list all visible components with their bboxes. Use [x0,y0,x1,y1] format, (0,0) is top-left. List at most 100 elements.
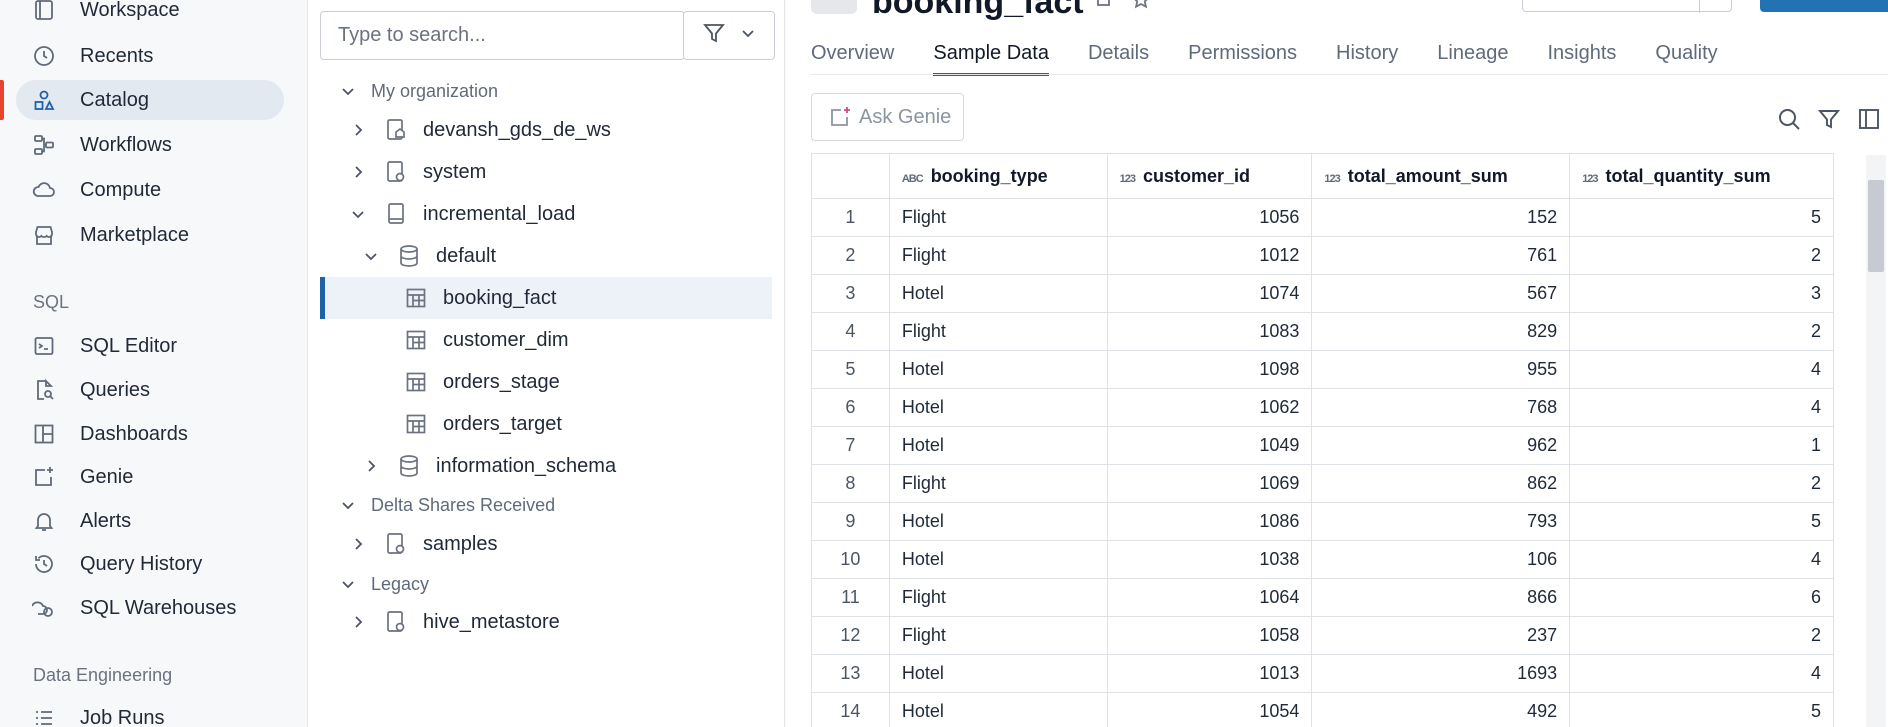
total-quantity-sum-cell: 4 [1569,350,1834,389]
integer-type-icon: 123 [1119,172,1136,185]
nav-sql-warehouses[interactable]: SQL Warehouses [16,588,284,628]
tab-details[interactable]: Details [1088,36,1149,76]
nav-compute-label: Compute [80,178,162,201]
tree-node-label: information_schema [436,454,617,477]
total-quantity-sum-cell: 2 [1569,616,1834,655]
tree-node-devansh-gds-de-ws[interactable]: devansh_gds_de_ws [320,109,772,151]
customer-id-cell: 1069 [1106,464,1313,503]
tab-insights[interactable]: Insights [1547,36,1616,76]
column-header-total-amount-sum[interactable]: 123 total_amount_sum [1311,153,1571,199]
workflows-icon [30,131,58,159]
nav-recents-label: Recents [80,44,154,67]
tab-history[interactable]: History [1336,36,1398,76]
table-row[interactable]: 13 Hotel 1013 1693 4 [811,654,1834,693]
tree-group-label: Legacy [371,573,430,594]
tree-node-label: booking_fact [443,286,557,309]
table-icon [403,285,429,311]
table-row[interactable]: 8 Flight 1069 862 2 [811,464,1834,503]
tab-quality[interactable]: Quality [1655,36,1717,76]
tab-lineage[interactable]: Lineage [1437,36,1508,76]
booking-type-cell: Flight [888,198,1108,237]
tree-node-information-schema[interactable]: information_schema [320,445,772,487]
genie-icon [829,106,853,128]
table-row[interactable]: 4 Flight 1083 829 2 [811,312,1834,351]
table-row[interactable]: 9 Hotel 1086 793 5 [811,502,1834,541]
tree-node-default[interactable]: default [320,235,772,277]
tree-node-incremental-load[interactable]: incremental_load [320,193,772,235]
table-row[interactable]: 5 Hotel 1098 955 4 [811,350,1834,389]
nav-section-sql: SQL [33,292,70,312]
chevron-down-icon [339,496,357,514]
table-row[interactable]: 1 Flight 1056 152 5 [811,198,1834,237]
nav-catalog[interactable]: Catalog [16,80,284,120]
header-split-control[interactable] [1522,0,1732,13]
table-row[interactable]: 2 Flight 1012 761 2 [811,236,1834,275]
nav-alerts[interactable]: Alerts [16,501,284,541]
table-row[interactable]: 6 Hotel 1062 768 4 [811,388,1834,427]
table-row[interactable]: 12 Flight 1058 237 2 [811,616,1834,655]
copy-icon[interactable] [1094,0,1112,14]
tree-node-samples[interactable]: samples [320,523,772,565]
total-amount-sum-cell: 106 [1311,540,1571,579]
column-header-customer-id[interactable]: 123 customer_id [1106,153,1313,199]
tree-node-booking-fact[interactable]: booking_fact [320,277,772,319]
filter-dropdown-button[interactable] [683,11,775,60]
tree-node-orders-stage[interactable]: orders_stage [320,361,772,403]
tree-node-system[interactable]: system [320,151,772,193]
tree-node-label: customer_dim [443,328,569,351]
catalog-share-icon [383,531,409,557]
genie-icon [30,463,58,491]
column-header-booking-type[interactable]: ABC booking_type [888,153,1108,199]
bell-icon [30,507,58,535]
tree-group-my-organization[interactable]: My organization [320,70,772,112]
nav-workflows[interactable]: Workflows [16,125,284,165]
catalog-search-input[interactable]: Type to search... [320,11,685,60]
tree-group-legacy[interactable]: Legacy [320,563,772,605]
tree-group-label: My organization [371,80,499,101]
table-row[interactable]: 7 Hotel 1049 962 1 [811,426,1834,465]
nav-sql-editor[interactable]: SQL Editor [16,326,284,366]
nav-genie-label: Genie [80,465,134,488]
tree-group-label: Delta Shares Received [371,494,556,515]
tab-sample-data[interactable]: Sample Data [933,36,1049,76]
row-number-cell: 14 [811,692,890,727]
nav-genie[interactable]: Genie [16,457,284,497]
scrollbar-thumb[interactable] [1868,180,1884,272]
nav-marketplace[interactable]: Marketplace [16,215,284,255]
table-row[interactable]: 14 Hotel 1054 492 5 [811,692,1834,727]
dashboards-icon [30,420,58,448]
tree-node-customer-dim[interactable]: customer_dim [320,319,772,361]
nav-recents[interactable]: Recents [16,36,284,76]
nav-workspace[interactable]: Workspace [16,0,284,30]
column-header-total-quantity-sum[interactable]: 123 total_quantity_sum [1569,153,1834,199]
nav-query-history[interactable]: Query History [16,544,284,584]
nav-workspace-label: Workspace [80,0,180,21]
tree-node-label: incremental_load [423,202,576,225]
primary-action-button[interactable] [1760,0,1888,12]
nav-compute[interactable]: Compute [16,170,284,210]
total-amount-sum-cell: 829 [1311,312,1571,351]
table-row[interactable]: 10 Hotel 1038 106 4 [811,540,1834,579]
tree-node-hive-metastore[interactable]: hive_metastore [320,601,772,643]
filter-icon[interactable] [1816,106,1842,132]
star-icon[interactable] [1131,0,1151,16]
column-header-label: booking_type [930,165,1048,186]
row-number-cell: 12 [811,616,890,655]
side-panel-icon[interactable] [1856,106,1882,132]
tab-overview[interactable]: Overview [811,36,894,76]
total-amount-sum-cell: 237 [1311,616,1571,655]
ask-genie-button[interactable]: Ask Genie [811,93,964,141]
customer-id-cell: 1038 [1106,540,1313,579]
row-number-cell: 5 [811,350,890,389]
search-icon[interactable] [1776,106,1802,132]
page-title: booking_fact [872,0,1084,21]
row-number-cell: 3 [811,274,890,313]
tab-permissions[interactable]: Permissions [1188,36,1297,76]
tree-node-orders-target[interactable]: orders_target [320,403,772,445]
nav-job-runs[interactable]: Job Runs [16,698,284,727]
tree-group-delta-shares[interactable]: Delta Shares Received [320,484,772,526]
table-row[interactable]: 11 Flight 1064 866 6 [811,578,1834,617]
nav-dashboards[interactable]: Dashboards [16,414,284,454]
table-row[interactable]: 3 Hotel 1074 567 3 [811,274,1834,313]
nav-queries[interactable]: Queries [16,370,284,410]
